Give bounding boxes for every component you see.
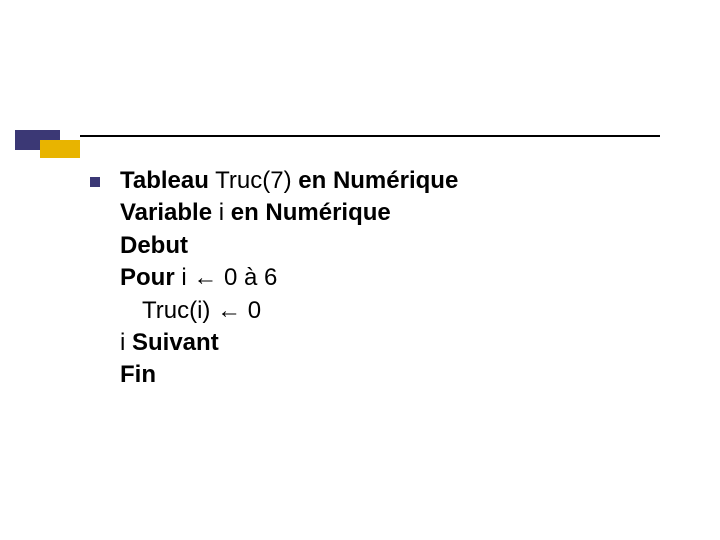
horizontal-rule (80, 135, 660, 137)
kw-variable: Variable (120, 199, 212, 226)
content-area: Tableau Truc(7) en Numérique Variable i … (90, 165, 670, 392)
txt-truc-assign: Truc(i) ← 0 (142, 297, 261, 324)
bullet-item: Tableau Truc(7) en Numérique Variable i … (90, 165, 670, 392)
code-line-3: Debut (120, 230, 458, 262)
slide: Tableau Truc(7) en Numérique Variable i … (0, 0, 720, 540)
kw-en-numerique-2: en Numérique (231, 199, 391, 226)
kw-tableau: Tableau (120, 167, 209, 194)
pseudocode-block: Tableau Truc(7) en Numérique Variable i … (120, 165, 458, 392)
txt-truc7: Truc(7) (209, 167, 298, 194)
kw-en-numerique-1: en Numérique (298, 167, 458, 194)
code-line-4: Pour i ← 0 à 6 (120, 262, 458, 294)
decoration-yellow-rect (40, 140, 80, 158)
code-line-1: Tableau Truc(7) en Numérique (120, 165, 458, 197)
square-bullet-icon (90, 177, 100, 187)
code-line-6: i Suivant (120, 327, 458, 359)
kw-suivant: Suivant (132, 329, 219, 356)
code-line-5: Truc(i) ← 0 (120, 295, 458, 327)
code-line-2: Variable i en Numérique (120, 197, 458, 229)
txt-i: i (212, 199, 231, 226)
txt-loop-range: i ← 0 à 6 (175, 264, 278, 291)
kw-fin: Fin (120, 361, 156, 388)
kw-debut: Debut (120, 232, 188, 259)
txt-i-next: i (120, 329, 132, 356)
kw-pour: Pour (120, 264, 175, 291)
code-line-7: Fin (120, 359, 458, 391)
